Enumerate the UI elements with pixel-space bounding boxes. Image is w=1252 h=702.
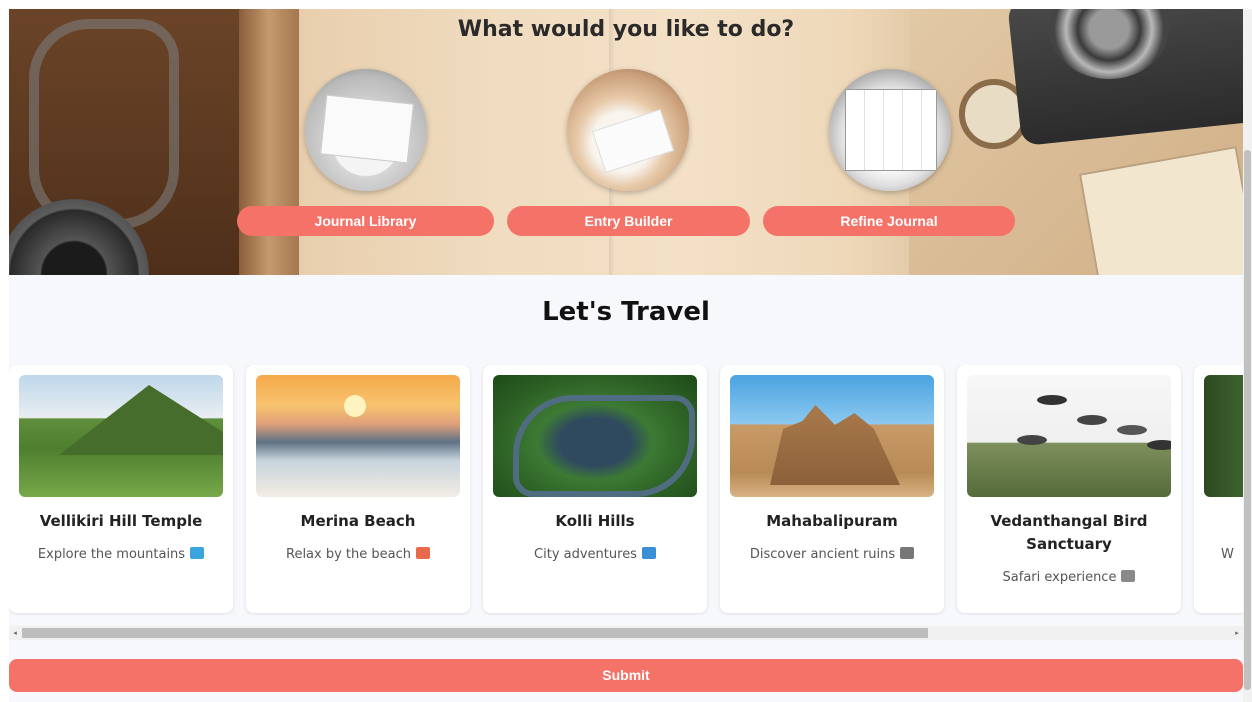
hero-banner: What would you like to do? Journal Libra…: [9, 9, 1243, 275]
entry-builder-image[interactable]: [567, 69, 689, 191]
travel-section: Let's Travel Vellikiri Hill Temple Explo…: [9, 275, 1243, 702]
city-emoji-icon: [641, 547, 656, 559]
journal-library-image[interactable]: [305, 69, 427, 191]
destination-card[interactable]: Vellikiri Hill Temple Explore the mounta…: [9, 365, 233, 613]
destination-subtitle: Relax by the beach: [256, 547, 460, 562]
destination-carousel[interactable]: Vellikiri Hill Temple Explore the mounta…: [9, 365, 1243, 615]
destination-image: [1204, 375, 1243, 497]
destination-title: Kolli Hills: [555, 512, 635, 530]
destination-subtitle-text: Explore the mountains: [37, 547, 186, 562]
journal-library-button[interactable]: Journal Library: [237, 206, 494, 236]
destination-image: [730, 375, 934, 497]
destination-image: [256, 375, 460, 497]
destination-subtitle-text: City adventures: [534, 547, 637, 562]
destination-subtitle-text: Discover ancient ruins: [749, 547, 896, 562]
destination-subtitle-text: Safari experience: [1002, 570, 1117, 585]
carousel-scrollbar[interactable]: ◂ ▸: [9, 626, 1243, 640]
scroll-left-icon[interactable]: ◂: [9, 626, 21, 640]
destination-title: Vedanthangal Bird Sanctuary: [990, 512, 1148, 553]
page-scrollbar-thumb[interactable]: [1244, 150, 1251, 690]
page: What would you like to do? Journal Libra…: [0, 0, 1252, 702]
destination-subtitle-text: Relax by the beach: [286, 547, 411, 562]
elephant-emoji-icon: [1121, 570, 1136, 582]
destination-title: Vellikiri Hill Temple: [39, 512, 203, 530]
destination-card[interactable]: Merina Beach Relax by the beach: [246, 365, 470, 613]
entry-builder-button[interactable]: Entry Builder: [507, 206, 750, 236]
refine-journal-image[interactable]: [829, 69, 951, 191]
refine-journal-button[interactable]: Refine Journal: [763, 206, 1015, 236]
hero-bg-clasp: [29, 19, 179, 229]
destination-card[interactable]: Mahabalipuram Discover ancient ruins: [720, 365, 944, 613]
destination-title: Merina Beach: [300, 512, 416, 530]
submit-button[interactable]: Submit: [9, 659, 1243, 692]
destination-subtitle: Safari experience: [967, 570, 1171, 585]
scrollbar-thumb[interactable]: [22, 628, 928, 638]
destination-card[interactable]: Vedanthangal Bird Sanctuary Safari exper…: [957, 365, 1181, 613]
destination-card[interactable]: W: [1194, 365, 1243, 613]
destination-subtitle: Discover ancient ruins: [730, 547, 934, 562]
destination-title: Mahabalipuram: [766, 512, 898, 530]
beach-emoji-icon: [416, 547, 430, 559]
destination-card[interactable]: Kolli Hills City adventures: [483, 365, 707, 613]
destination-image: [967, 375, 1171, 497]
destination-image: [493, 375, 697, 497]
hero-title: What would you like to do?: [457, 17, 795, 42]
mountain-emoji-icon: [190, 547, 205, 559]
destination-subtitle: W: [1221, 547, 1234, 562]
destination-subtitle: Explore the mountains: [19, 547, 223, 562]
destination-image: [19, 375, 223, 497]
scroll-right-icon[interactable]: ▸: [1231, 626, 1243, 640]
destination-subtitle: City adventures: [493, 547, 697, 562]
travel-title: Let's Travel: [542, 297, 710, 327]
ruins-emoji-icon: [900, 547, 915, 559]
